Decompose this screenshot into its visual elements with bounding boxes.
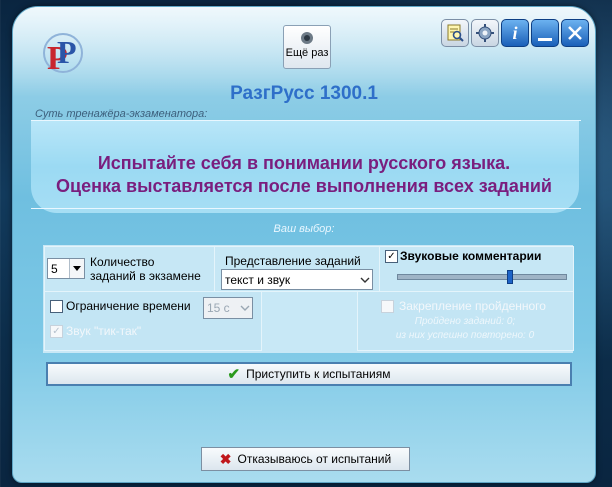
- chevron-down-icon: [69, 259, 84, 278]
- fixing-label: Закрепление пройденного: [399, 299, 546, 313]
- description-line-1: Испытайте себя в понимании русского язык…: [97, 153, 511, 173]
- checkmark-icon: ✔: [227, 366, 241, 383]
- start-button[interactable]: ✔ Приступить к испытаниям: [46, 362, 572, 386]
- refuse-button-label: Отказываюсь от испытаний: [237, 452, 392, 466]
- chevron-down-icon: [238, 298, 252, 318]
- svg-text:P: P: [57, 34, 77, 70]
- passed-count: Пройдено заданий: 0;: [414, 316, 516, 327]
- time-limit-value: 15 с: [207, 301, 230, 315]
- chevron-down-icon: [358, 270, 372, 289]
- close-button[interactable]: [561, 19, 589, 47]
- bottom-divider: [31, 208, 581, 209]
- count-select[interactable]: 5: [47, 258, 85, 279]
- presentation-label: Представление заданий: [225, 254, 361, 268]
- again-label: Ещё раз: [285, 47, 329, 59]
- top-divider: [31, 120, 581, 121]
- again-button[interactable]: Ещё раз: [283, 25, 331, 69]
- essence-label: Суть тренажёра-экзаменатора:: [35, 108, 208, 120]
- check-icon: ✓: [387, 250, 396, 262]
- presentation-select[interactable]: текст и звук: [221, 269, 373, 290]
- repeated-count: из них успешно повторено: 0: [395, 330, 535, 341]
- tick-sound-checkbox[interactable]: ✓: [50, 325, 63, 338]
- app-logo: P P: [43, 33, 83, 77]
- refuse-button[interactable]: ✖ Отказываюсь от испытаний: [201, 447, 410, 471]
- time-limit-label: Ограничение времени: [66, 299, 191, 313]
- check-icon: ✓: [52, 325, 61, 337]
- count-label-line-1: Количество: [90, 255, 155, 269]
- description-text: Испытайте себя в понимании русского язык…: [13, 152, 595, 198]
- notes-button[interactable]: [441, 19, 469, 47]
- sound-comments-checkbox[interactable]: ✓: [385, 250, 398, 263]
- gear-icon: [476, 24, 494, 42]
- volume-slider[interactable]: [397, 270, 567, 284]
- x-icon: ✖: [219, 450, 232, 467]
- fixing-checkbox[interactable]: [381, 300, 394, 313]
- presentation-value: текст и звук: [225, 272, 291, 287]
- minimize-button[interactable]: [531, 19, 559, 47]
- settings-button[interactable]: [471, 19, 499, 47]
- notepad-search-icon: [447, 24, 464, 42]
- choice-label: Ваш выбор:: [273, 223, 335, 235]
- time-limit-select[interactable]: 15 с: [203, 297, 253, 319]
- sound-comments-label: Звуковые комментарии: [400, 249, 542, 263]
- volume-slider-thumb[interactable]: [507, 270, 514, 284]
- speaker-icon: [301, 32, 313, 44]
- count-label-line-2: заданий в экзамене: [90, 269, 201, 283]
- count-value: 5: [51, 261, 58, 276]
- info-icon: i: [512, 22, 518, 43]
- description-line-2: Оценка выставляется после выполнения все…: [56, 176, 552, 196]
- app-window: P P Ещё раз i РазгРусс 1300.1 Суть трена…: [12, 6, 596, 483]
- close-icon: [568, 26, 582, 40]
- minimize-icon: [538, 37, 552, 41]
- count-label: Количество заданий в экзамене: [90, 255, 201, 283]
- app-title: РазгРусс 1300.1: [230, 83, 378, 104]
- start-button-label: Приступить к испытаниям: [246, 367, 391, 381]
- time-limit-checkbox[interactable]: [50, 300, 63, 313]
- tick-sound-label: Звук "тик-так": [66, 324, 142, 338]
- info-button[interactable]: i: [501, 19, 529, 47]
